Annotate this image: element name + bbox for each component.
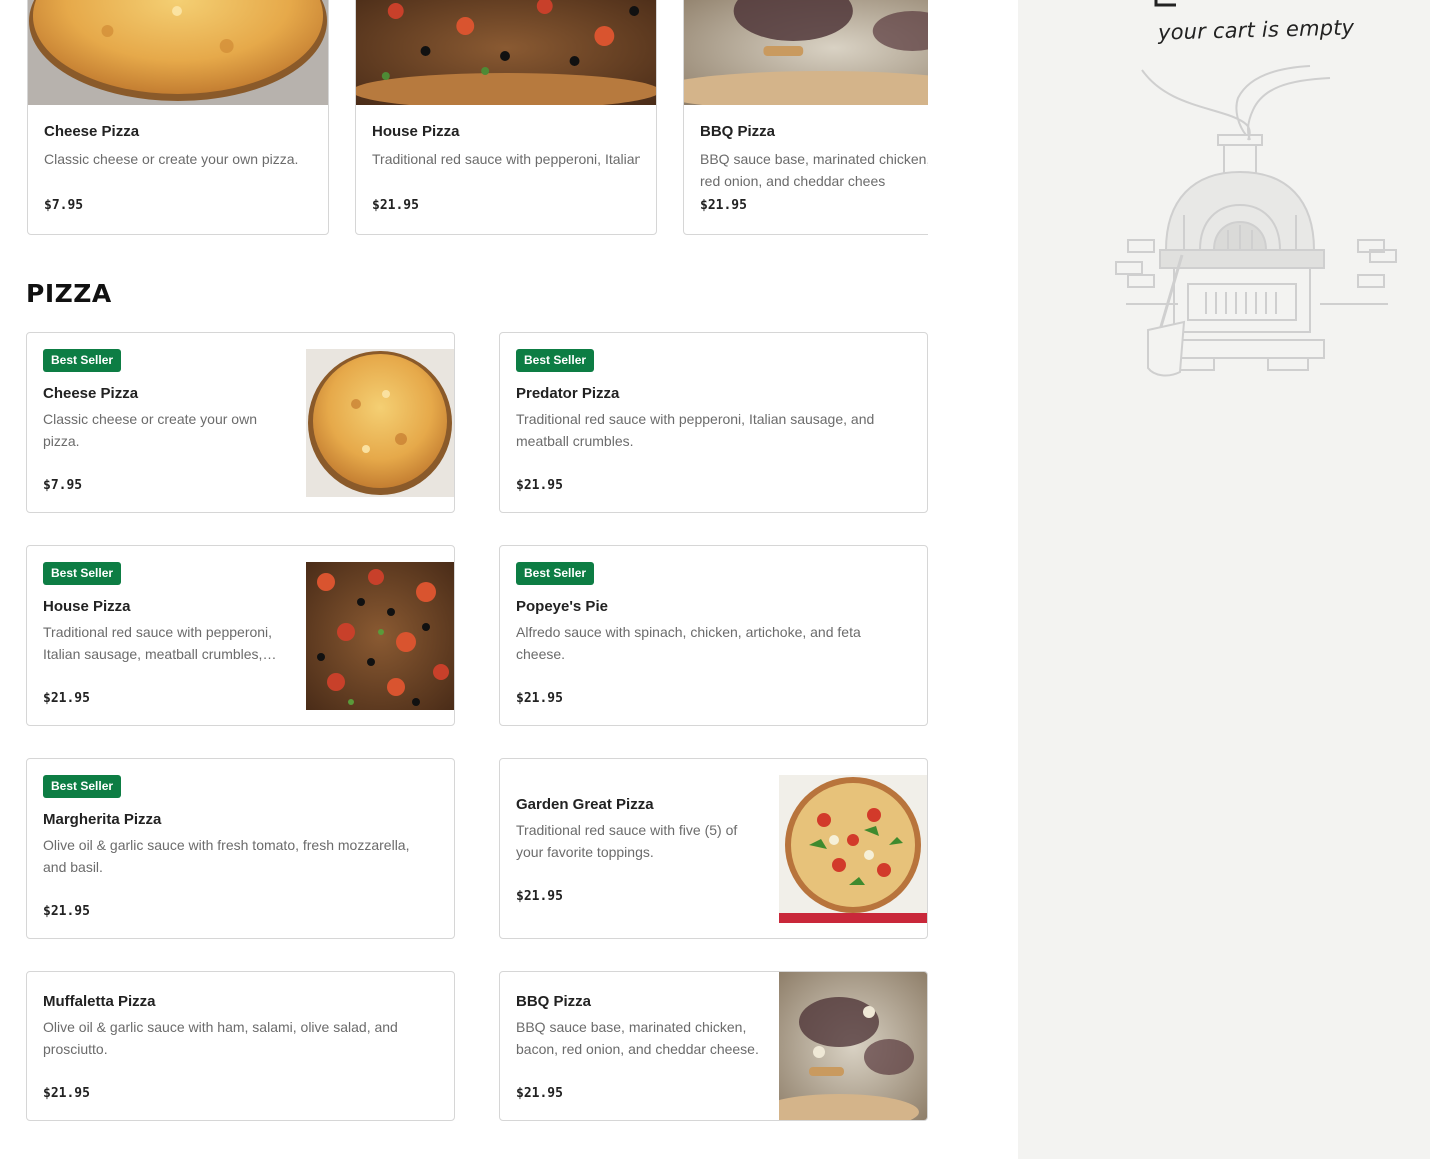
item-price: $21.95 [516, 889, 563, 904]
item-description: Alfredo sauce with spinach, chicken, art… [516, 624, 861, 662]
featured-card[interactable]: Cheese Pizza Classic cheese or create yo… [27, 0, 329, 235]
featured-name: BBQ Pizza [700, 123, 776, 140]
pizza-oven-illustration [1115, 0, 1397, 377]
item-description: Olive oil & garlic sauce with fresh toma… [43, 837, 410, 875]
item-name: BBQ Pizza [516, 993, 592, 1010]
menu-item-card[interactable]: Best Seller Cheese Pizza Classic cheese … [26, 332, 455, 513]
featured-price: $21.95 [700, 198, 747, 213]
best-seller-badge: Best Seller [516, 562, 595, 585]
featured-description: BBQ sauce base, marinated chicken, bacon… [700, 151, 928, 189]
menu-item-card[interactable]: Muffaletta Pizza Olive oil & garlic sauc… [26, 971, 455, 1121]
item-price: $21.95 [516, 1086, 563, 1101]
item-name: Garden Great Pizza [516, 796, 654, 813]
menu-item-card[interactable]: Best Seller Popeye's Pie Alfredo sauce w… [499, 545, 928, 726]
item-name: Margherita Pizza [43, 811, 162, 828]
bbq-pizza-photo [779, 972, 927, 1120]
item-price: $21.95 [43, 691, 90, 706]
featured-name: Cheese Pizza [44, 123, 140, 140]
item-description: BBQ sauce base, marinated chicken, bacon… [516, 1019, 759, 1057]
menu-item-card[interactable]: Best Seller House Pizza Traditional red … [26, 545, 455, 726]
menu-item-card[interactable]: Best Seller Predator Pizza Traditional r… [499, 332, 928, 513]
item-name: Popeye's Pie [516, 598, 608, 615]
house-pizza-photo [356, 0, 656, 105]
item-name: Muffaletta Pizza [43, 993, 156, 1010]
item-price: $21.95 [43, 1086, 90, 1101]
item-description: Traditional red sauce with pepperoni, It… [516, 411, 875, 449]
cheese-pizza-photo [306, 349, 454, 497]
item-description: Traditional red sauce with pepperoni, It… [43, 624, 277, 662]
item-price: $21.95 [516, 691, 563, 706]
menu-item-card[interactable]: BBQ Pizza BBQ sauce base, marinated chic… [499, 971, 928, 1121]
featured-description: Traditional red sauce with pepperoni, It… [372, 151, 640, 167]
item-name: Cheese Pizza [43, 385, 139, 402]
section-title: PIZZA [26, 279, 112, 308]
best-seller-badge: Best Seller [43, 775, 122, 798]
cart-empty-message: your cart is empty [1157, 15, 1355, 45]
item-description: Olive oil & garlic sauce with ham, salam… [43, 1019, 398, 1057]
garden-great-pizza-photo [779, 775, 927, 923]
menu-item-card[interactable]: Garden Great Pizza Traditional red sauce… [499, 758, 928, 939]
menu-main: Cheese Pizza Classic cheese or create yo… [0, 0, 1018, 1159]
menu-item-card[interactable]: Best Seller Margherita Pizza Olive oil &… [26, 758, 455, 939]
featured-name: House Pizza [372, 123, 460, 140]
item-name: House Pizza [43, 598, 131, 615]
item-description: Traditional red sauce with five (5) of y… [516, 822, 738, 860]
item-name: Predator Pizza [516, 385, 620, 402]
item-description: Classic cheese or create your own pizza. [43, 411, 257, 449]
cheese-pizza-photo [28, 0, 328, 105]
featured-price: $7.95 [44, 198, 84, 213]
house-pizza-photo [306, 562, 454, 710]
bbq-pizza-photo [684, 0, 928, 105]
item-price: $7.95 [43, 478, 83, 493]
featured-description: Classic cheese or create your own pizza. [44, 151, 299, 167]
featured-carousel[interactable]: Cheese Pizza Classic cheese or create yo… [27, 0, 928, 236]
best-seller-badge: Best Seller [43, 349, 122, 372]
best-seller-badge: Best Seller [43, 562, 122, 585]
featured-card[interactable]: BBQ Pizza BBQ sauce base, marinated chic… [683, 0, 928, 235]
cart-sidebar: your cart is empty [1018, 0, 1430, 1159]
item-price: $21.95 [43, 904, 90, 919]
featured-price: $21.95 [372, 198, 419, 213]
item-price: $21.95 [516, 478, 563, 493]
featured-card[interactable]: House Pizza Traditional red sauce with p… [355, 0, 657, 235]
best-seller-badge: Best Seller [516, 349, 595, 372]
